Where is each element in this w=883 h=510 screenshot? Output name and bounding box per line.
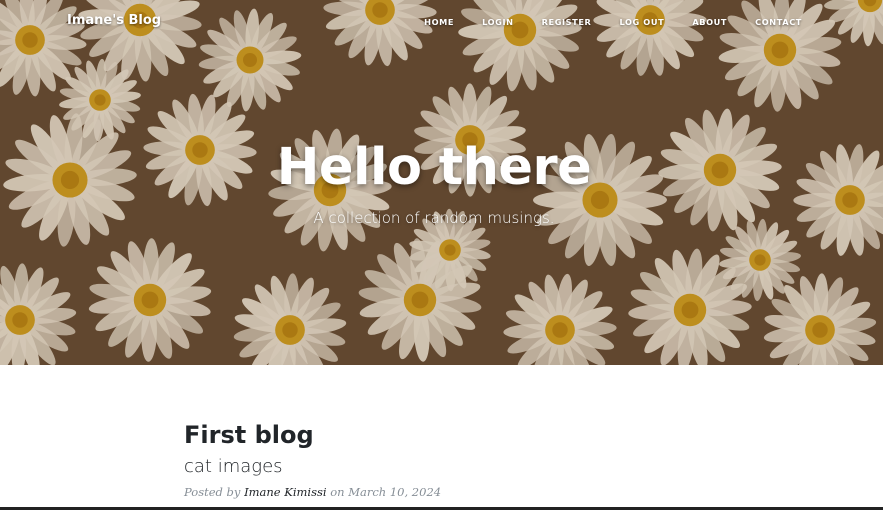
post-meta-prefix: Posted by [184, 485, 241, 499]
post-author-link[interactable]: Imane Kimissi [244, 485, 327, 499]
hero-subheading: A collection of random musings. [313, 209, 555, 227]
post-meta-mid: on [330, 485, 345, 499]
nav-logout[interactable]: LOG OUT [619, 17, 664, 27]
brand-link[interactable]: Imane's Blog [67, 13, 161, 28]
nav-links: HOME LOGIN REGISTER LOG OUT ABOUT CONTAC… [424, 17, 802, 27]
nav-login[interactable]: LOGIN [482, 17, 514, 27]
nav-about[interactable]: ABOUT [692, 17, 727, 27]
post-meta: Posted by Imane Kimissi on March 10, 202… [184, 485, 704, 499]
hero-heading: Hello there [276, 138, 592, 197]
post-preview: First blog cat images Posted by Imane Ki… [184, 420, 704, 499]
masthead: Imane's Blog HOME LOGIN REGISTER LOG OUT… [0, 0, 883, 365]
nav-register[interactable]: REGISTER [542, 17, 592, 27]
post-title-link[interactable]: First blog [184, 420, 704, 450]
post-date: March 10, 2024 [348, 485, 442, 499]
nav-contact[interactable]: CONTACT [755, 17, 802, 27]
post-subtitle: cat images [184, 456, 283, 477]
navbar: Imane's Blog HOME LOGIN REGISTER LOG OUT… [0, 0, 883, 44]
nav-home[interactable]: HOME [424, 17, 454, 27]
